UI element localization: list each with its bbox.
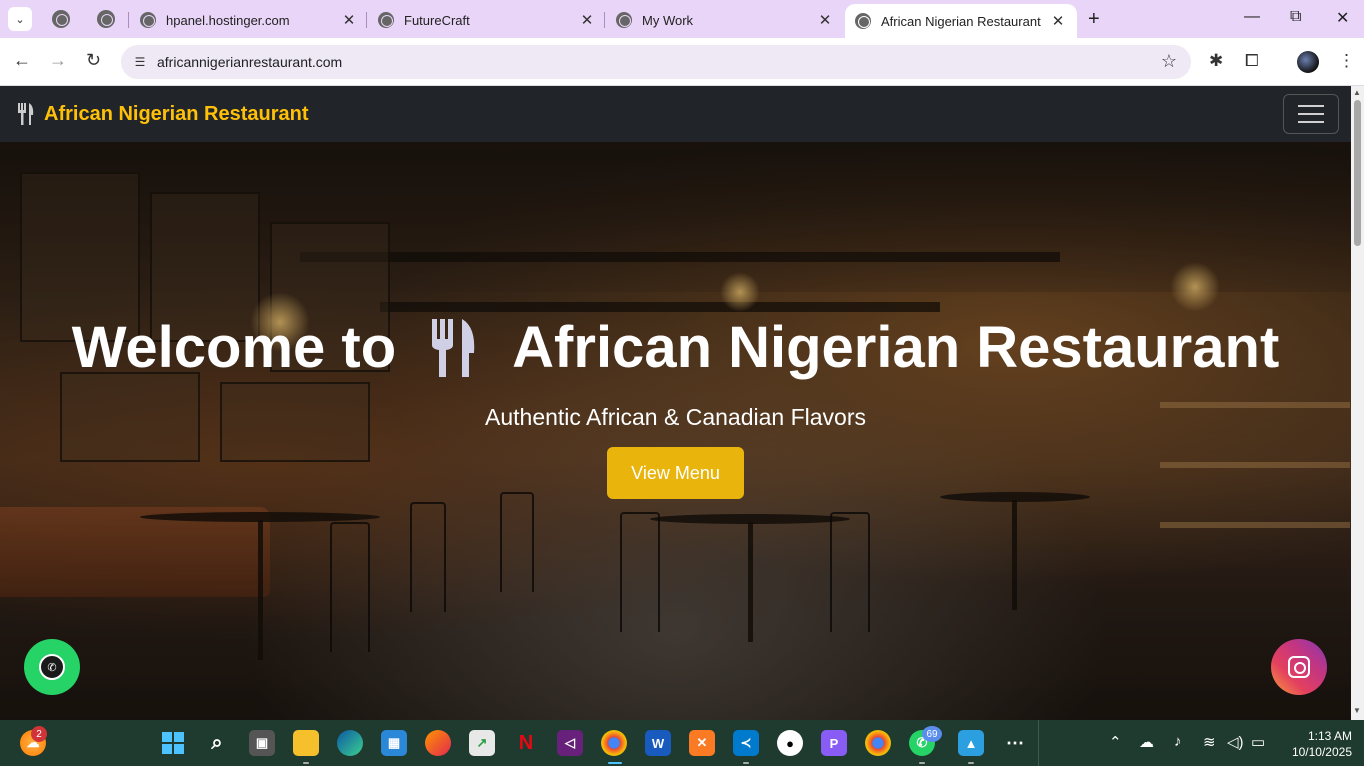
tab-divider <box>366 12 367 28</box>
stocks-icon[interactable]: ↗ <box>469 730 495 756</box>
page-scrollbar[interactable]: ▲ ▼ <box>1351 86 1364 720</box>
pinned-tab-icon[interactable] <box>52 10 70 28</box>
globe-icon <box>855 13 871 29</box>
site-brand[interactable]: African Nigerian Restaurant <box>44 103 309 126</box>
search-icon[interactable]: ⌕ <box>204 730 230 756</box>
more-apps-icon[interactable]: ⋯ <box>1002 730 1028 756</box>
scroll-down-icon[interactable]: ▼ <box>1353 706 1361 715</box>
site-navbar: African Nigerian Restaurant <box>0 86 1351 142</box>
hero-title-prefix: Welcome to <box>71 315 397 380</box>
instagram-icon <box>1288 656 1310 678</box>
pycharm-p-icon[interactable]: P <box>821 730 847 756</box>
tab-my-work[interactable]: My Work ✕ <box>616 6 834 34</box>
view-menu-button[interactable]: View Menu <box>607 447 744 499</box>
back-icon[interactable]: ← <box>13 50 31 71</box>
taskbar-clock[interactable]: 1:13 AM 10/10/2025 <box>1282 728 1352 760</box>
globe-icon <box>616 12 632 28</box>
minimize-icon[interactable]: — <box>1244 8 1260 26</box>
hero-subtitle: Authentic African & Canadian Flavors <box>485 404 866 430</box>
globe-icon <box>378 12 394 28</box>
navbar-toggler-button[interactable] <box>1283 94 1339 134</box>
tab-divider <box>128 12 129 28</box>
store-icon[interactable]: ▦ <box>381 730 407 756</box>
hero-title-name: African Nigerian Restaurant <box>512 315 1280 380</box>
restore-icon[interactable]: ⧉ <box>1290 8 1301 26</box>
tab-search-icon[interactable]: ⌄ <box>8 7 32 31</box>
extension-bug-icon[interactable]: ✱ <box>1209 51 1223 71</box>
hero-title: Welcome to African Nigerian Restaurant <box>0 314 1351 381</box>
tray-overflow-icon[interactable]: ⌃ <box>1109 733 1122 751</box>
task-view-icon[interactable]: ▣ <box>249 730 275 756</box>
chrome-profile-icon[interactable] <box>865 730 891 756</box>
wifi-icon[interactable]: ≋ <box>1203 733 1216 751</box>
hero-section: Welcome to African Nigerian Restaurant A… <box>0 142 1351 720</box>
hero-overlay <box>0 142 1351 720</box>
word-icon[interactable]: W <box>645 730 671 756</box>
github-icon[interactable]: ● <box>777 730 803 756</box>
tab-african-nigerian-restaurant[interactable]: African Nigerian Restaurant ✕ <box>845 4 1077 38</box>
address-bar[interactable]: ☰ africannigerianrestaurant.com ☆ <box>121 45 1191 79</box>
chrome-icon[interactable] <box>601 730 627 756</box>
scroll-up-icon[interactable]: ▲ <box>1353 88 1361 97</box>
window-close-icon[interactable]: ✕ <box>1336 8 1349 28</box>
edge-icon[interactable] <box>337 730 363 756</box>
close-icon[interactable]: ✕ <box>816 11 834 29</box>
close-icon[interactable]: ✕ <box>1049 12 1067 30</box>
tab-futurecraft[interactable]: FutureCraft ✕ <box>378 6 596 34</box>
utensils-icon <box>17 103 35 125</box>
firefox-icon[interactable] <box>425 730 451 756</box>
clock-date: 10/10/2025 <box>1291 745 1352 759</box>
new-tab-icon[interactable]: + <box>1088 8 1100 31</box>
tab-label: FutureCraft <box>404 12 470 28</box>
taskbar-divider <box>1038 720 1039 766</box>
start-icon[interactable] <box>160 730 186 756</box>
netflix-icon[interactable]: N <box>513 730 539 756</box>
tab-hostinger[interactable]: hpanel.hostinger.com ✕ <box>140 6 358 34</box>
microphone-icon[interactable]: ♪ <box>1174 733 1182 750</box>
tab-strip: ⌄ hpanel.hostinger.com ✕ FutureCraft ✕ M… <box>0 0 1364 38</box>
url-text[interactable]: africannigerianrestaurant.com <box>157 54 342 70</box>
instagram-float-button[interactable] <box>1271 639 1327 695</box>
scrollbar-thumb[interactable] <box>1354 100 1361 246</box>
photos-icon[interactable]: ▲ <box>958 730 984 756</box>
tab-label: hpanel.hostinger.com <box>166 12 290 28</box>
profile-avatar[interactable] <box>1297 51 1319 73</box>
windows-taskbar: ☁ 2 ⌕ ▣ ▦ ↗ N ◁ W ✕ ≺ ● P ✆ 69 ▲ ⋯ ⌃ ☁ ♪… <box>0 720 1364 766</box>
whatsapp-badge: 69 <box>922 726 942 742</box>
visual-studio-icon[interactable]: ◁ <box>557 730 583 756</box>
tab-divider <box>604 12 605 28</box>
tab-label: My Work <box>642 12 694 28</box>
onedrive-icon[interactable]: ☁ <box>1139 733 1154 751</box>
globe-icon <box>140 12 156 28</box>
volume-icon[interactable]: ◁) <box>1227 733 1244 751</box>
whatsapp-float-button[interactable]: ✆ <box>24 639 80 695</box>
web-page: African Nigerian Restaurant Welcome to A… <box>0 86 1351 720</box>
forward-icon[interactable]: → <box>49 50 67 71</box>
xampp-icon[interactable]: ✕ <box>689 730 715 756</box>
whatsapp-icon: ✆ <box>39 654 65 680</box>
bookmark-star-icon[interactable]: ☆ <box>1161 51 1177 72</box>
close-icon[interactable]: ✕ <box>340 11 358 29</box>
browser-toolbar: ← → ↻ ☰ africannigerianrestaurant.com ☆ … <box>0 38 1364 86</box>
file-explorer-icon[interactable] <box>293 730 319 756</box>
browser-menu-icon[interactable]: ⋮ <box>1338 51 1355 71</box>
vscode-icon[interactable]: ≺ <box>733 730 759 756</box>
battery-icon[interactable]: ▭ <box>1251 733 1265 751</box>
tab-label: African Nigerian Restaurant <box>881 13 1041 29</box>
utensils-icon <box>430 318 478 377</box>
clock-time: 1:13 AM <box>1307 729 1352 743</box>
reload-icon[interactable]: ↻ <box>86 50 101 71</box>
pinned-tab-icon[interactable] <box>97 10 115 28</box>
weather-badge: 2 <box>31 726 47 742</box>
extensions-puzzle-icon[interactable]: ⧠ <box>1245 51 1259 71</box>
close-icon[interactable]: ✕ <box>578 11 596 29</box>
site-info-icon[interactable]: ☰ <box>131 53 149 71</box>
